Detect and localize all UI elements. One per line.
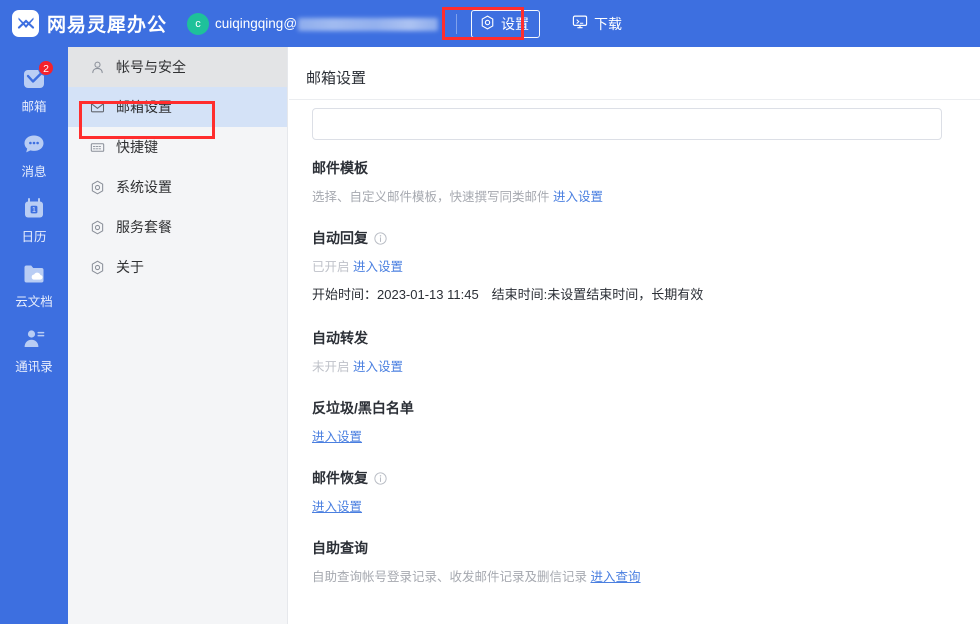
rail-item-label: 邮箱 xyxy=(21,100,47,114)
section-subtext: 选择、自定义邮件模板，快速撰写同类邮件 进入设置 xyxy=(312,190,604,204)
rail-item-calendar[interactable]: 1 日历 xyxy=(0,189,68,254)
monitor-download-icon xyxy=(572,14,588,33)
section-antispam-blacklist: 反垃圾/黑白名单 进入设置 xyxy=(312,398,414,445)
sidebar-item-shortcuts[interactable]: 快捷键 xyxy=(68,127,287,167)
enter-settings-link[interactable]: 进入设置 xyxy=(312,430,362,444)
sidebar-item-label: 系统设置 xyxy=(116,179,172,195)
status-badge: 未开启 xyxy=(312,360,350,374)
user-account-icon xyxy=(90,60,105,75)
settings-scroll-area[interactable]: 邮件模板 选择、自定义邮件模板，快速撰写同类邮件 进入设置 自动回复 已开启 进… xyxy=(289,100,980,624)
rail-item-mail[interactable]: 2 邮箱 xyxy=(0,59,68,124)
rail-item-label: 日历 xyxy=(21,230,47,244)
section-auto-reply: 自动回复 已开启 进入设置 开始时间：2023-01-13 11:45 结束时间… xyxy=(312,228,703,303)
sidebar-item-label: 邮箱设置 xyxy=(116,99,172,115)
sidebar-item-about[interactable]: 关于 xyxy=(68,247,287,287)
enter-query-link[interactable]: 进入查询 xyxy=(591,570,641,584)
section-mail-template: 邮件模板 选择、自定义邮件模板，快速撰写同类邮件 进入设置 xyxy=(312,158,603,205)
sidebar-item-label: 帐号与安全 xyxy=(116,59,186,75)
page-title: 邮箱设置 xyxy=(306,70,367,87)
sidebar-item-service-package[interactable]: 服务套餐 xyxy=(68,207,287,247)
enter-settings-link[interactable]: 进入设置 xyxy=(312,500,362,514)
package-icon xyxy=(90,220,105,235)
netease-lingxi-logo-icon xyxy=(12,10,39,37)
section-title: 反垃圾/黑白名单 xyxy=(312,400,414,416)
section-title: 邮件模板 xyxy=(312,160,368,176)
enter-settings-link[interactable]: 进入设置 xyxy=(553,190,603,204)
keyboard-icon xyxy=(90,140,105,155)
user-email-text: cuiqingqing@ xyxy=(215,16,298,31)
sidebar-item-mail-settings[interactable]: 邮箱设置 xyxy=(68,87,287,127)
contacts-icon xyxy=(21,326,47,352)
settings-text-input[interactable] xyxy=(312,108,942,140)
download-button-label: 下载 xyxy=(594,15,623,32)
gear-icon xyxy=(90,180,105,195)
section-auto-forward: 自动转发 未开启 进入设置 xyxy=(312,328,403,375)
rail-item-label: 通讯录 xyxy=(15,360,53,374)
section-mail-recovery: 邮件恢复 进入设置 xyxy=(312,468,387,515)
sidebar-item-label: 服务套餐 xyxy=(116,219,172,235)
rail-item-clouddocs[interactable]: 云文档 xyxy=(0,254,68,319)
section-title: 自动回复 xyxy=(312,228,703,248)
section-status-row: 未开启 进入设置 xyxy=(312,356,403,375)
mail-unread-badge: 2 xyxy=(38,60,54,76)
rail-item-contacts[interactable]: 通讯录 xyxy=(0,319,68,384)
section-self-query: 自助查询 自助查询帐号登录记录、收发邮件记录及删信记录 进入查询 xyxy=(312,538,641,585)
avatar: c xyxy=(187,12,210,35)
cloud-folder-icon xyxy=(21,261,47,287)
svg-text:1: 1 xyxy=(32,205,36,214)
user-email-label: cuiqingqing@ xyxy=(215,16,439,31)
info-circle-icon[interactable] xyxy=(374,231,387,245)
info-circle-icon[interactable] xyxy=(374,471,387,485)
enter-settings-link[interactable]: 进入设置 xyxy=(353,360,403,374)
header-divider xyxy=(456,13,458,34)
top-header-bar: 网易灵犀办公 c cuiqingqing@ 设置 下载 xyxy=(0,0,980,47)
sidebar-item-label: 快捷键 xyxy=(116,139,158,155)
app-logo-text: 网易灵犀办公 xyxy=(47,15,168,36)
section-subtext: 自助查询帐号登录记录、收发邮件记录及删信记录 进入查询 xyxy=(312,570,641,584)
sidebar-item-label: 关于 xyxy=(116,259,144,275)
auto-reply-schedule: 开始时间：2023-01-13 11:45 结束时间:未设置结束时间，长期有效 xyxy=(312,287,704,302)
app-window: 网易灵犀办公 c cuiqingqing@ 设置 下载 2 邮箱 消息 1 日历… xyxy=(0,0,980,624)
settings-nav-panel: 帐号与安全 邮箱设置 快捷键 系统设置 服务套餐 关于 xyxy=(68,47,288,624)
section-link-row: 进入设置 xyxy=(312,426,414,445)
section-link-row: 进入设置 xyxy=(312,496,387,515)
settings-button[interactable]: 设置 xyxy=(471,9,541,38)
status-badge: 已开启 xyxy=(312,260,350,274)
sidebar-item-system-settings[interactable]: 系统设置 xyxy=(68,167,287,207)
settings-button-label: 设置 xyxy=(501,15,530,32)
gear-icon xyxy=(480,14,495,33)
app-logo[interactable]: 网易灵犀办公 xyxy=(12,10,167,37)
rail-item-messages[interactable]: 消息 xyxy=(0,124,68,189)
download-button[interactable]: 下载 xyxy=(564,10,630,38)
user-account-chip[interactable]: c cuiqingqing@ xyxy=(187,12,439,35)
mail-envelope-icon xyxy=(90,100,105,115)
rail-item-label: 消息 xyxy=(21,165,47,179)
sidebar-item-account-security[interactable]: 帐号与安全 xyxy=(68,47,287,87)
section-title: 邮件恢复 xyxy=(312,468,387,488)
enter-settings-link[interactable]: 进入设置 xyxy=(353,260,403,274)
main-content: 邮箱设置 邮件模板 选择、自定义邮件模板，快速撰写同类邮件 进入设置 自动回复 xyxy=(289,47,980,624)
left-nav-rail: 2 邮箱 消息 1 日历 云文档 通讯录 xyxy=(0,47,68,624)
rail-item-label: 云文档 xyxy=(15,295,53,309)
redacted-email-domain xyxy=(298,17,439,31)
chat-bubble-icon xyxy=(21,131,47,157)
mail-icon: 2 xyxy=(21,60,54,92)
calendar-icon: 1 xyxy=(21,196,47,222)
section-title: 自助查询 xyxy=(312,540,368,556)
section-status-row: 已开启 进入设置 xyxy=(312,256,703,275)
section-title: 自动转发 xyxy=(312,330,368,346)
info-circle-icon xyxy=(90,260,105,275)
